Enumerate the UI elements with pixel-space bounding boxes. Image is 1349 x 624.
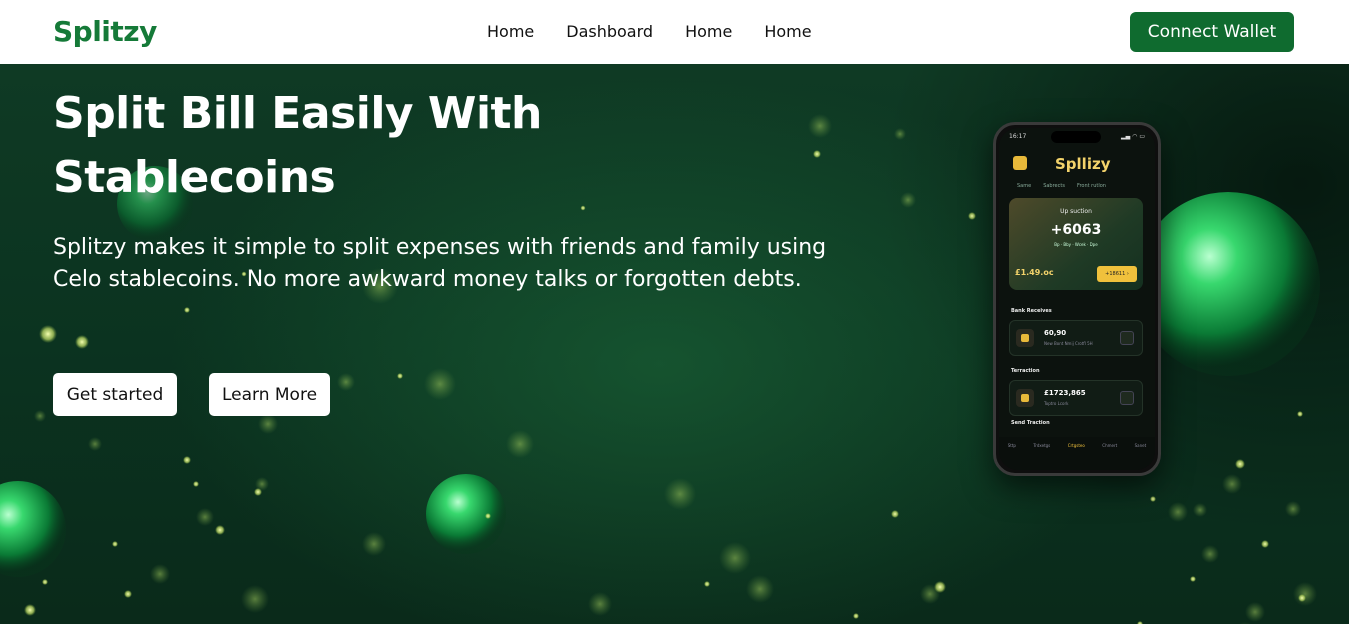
phone-balance-card: Up suction +6063 Bp · Bby · Wcek · Dpe £… [1009, 198, 1143, 290]
hero-title-line1: Split Bill Easily With [53, 88, 542, 139]
edit-icon [1120, 391, 1134, 405]
phone-tab: Same [1017, 183, 1032, 189]
nav-dashboard[interactable]: Dashboard [566, 22, 653, 41]
phone-nav-item: Chmert [1102, 443, 1118, 448]
card-title: Up suction [1060, 208, 1092, 215]
phone-notch [1051, 131, 1101, 143]
row-note: Toptro Lcork [1044, 401, 1069, 406]
card-sub: Bp · Bby · Wcek · Dpe [1054, 242, 1098, 247]
lightning-icon [1120, 331, 1134, 345]
app-badge-icon [1013, 156, 1027, 170]
brand-logo[interactable]: Splitzy [53, 15, 157, 48]
card-balance: £1.49.oc [1015, 268, 1054, 277]
shield-icon [1016, 389, 1034, 407]
hero-title: Split Bill Easily With Stablecoins [53, 82, 613, 210]
row-note: New Bont Nmij Crotfl 5H [1044, 341, 1093, 346]
phone-time: 16:17 [1009, 133, 1027, 140]
orb-right [1136, 192, 1320, 376]
orb-center [426, 474, 506, 554]
card-action-button: +18611 › [1097, 266, 1137, 282]
phone-app-name: Spllizy [1055, 155, 1111, 173]
hero-description: Splitzy makes it simple to split expense… [53, 235, 827, 292]
get-started-button[interactable]: Get started [53, 373, 177, 416]
nav-home[interactable]: Home [487, 22, 534, 41]
section-label: Send Traction [1011, 420, 1050, 426]
phone-tab: Sabrects [1043, 183, 1065, 189]
orb-left-bottom [0, 481, 66, 577]
phone-tab: Front rutlon [1076, 183, 1106, 189]
section-label: Terraction [1011, 368, 1040, 374]
phone-tabs: Same Sabrects Front rutlon [1017, 183, 1106, 189]
nav-home-2[interactable]: Home [685, 22, 732, 41]
row-value: £1723,865 [1044, 389, 1086, 397]
learn-more-button[interactable]: Learn More [209, 373, 330, 416]
phone-status-icons: ▂▄ ◠ ▭ [1121, 133, 1145, 140]
card-amount: +6063 [1050, 222, 1102, 238]
phone-nav-item: Trdxetgs [1033, 443, 1051, 448]
phone-nav-item: Sanet [1134, 443, 1147, 448]
phone-row: £1723,865 Toptro Lcork [1009, 380, 1143, 416]
hero-title-line2: Stablecoins [53, 152, 336, 203]
nav-home-3[interactable]: Home [764, 22, 811, 41]
phone-bottom-nav: Sttp Trdxetgs Crtgsteo Chmert Sanet [999, 437, 1155, 470]
hero-section: Split Bill Easily With Stablecoins Split… [0, 64, 1349, 624]
connect-wallet-button[interactable]: Connect Wallet [1130, 12, 1294, 52]
house-icon [1016, 329, 1034, 347]
phone-screen: 16:17 ▂▄ ◠ ▭ Spllizy Same Sabrects Front… [999, 128, 1155, 470]
phone-nav-item: Sttp [1007, 443, 1016, 448]
phone-mockup: 16:17 ▂▄ ◠ ▭ Spllizy Same Sabrects Front… [993, 122, 1161, 476]
phone-nav-item: Crtgsteo [1067, 443, 1085, 448]
section-label: Bank Receives [1011, 308, 1052, 314]
phone-row: 60,90 New Bont Nmij Crotfl 5H [1009, 320, 1143, 356]
row-value: 60,90 [1044, 329, 1067, 337]
top-navbar: Splitzy Home Dashboard Home Home Connect… [0, 0, 1349, 64]
main-nav: Home Dashboard Home Home [487, 22, 812, 41]
